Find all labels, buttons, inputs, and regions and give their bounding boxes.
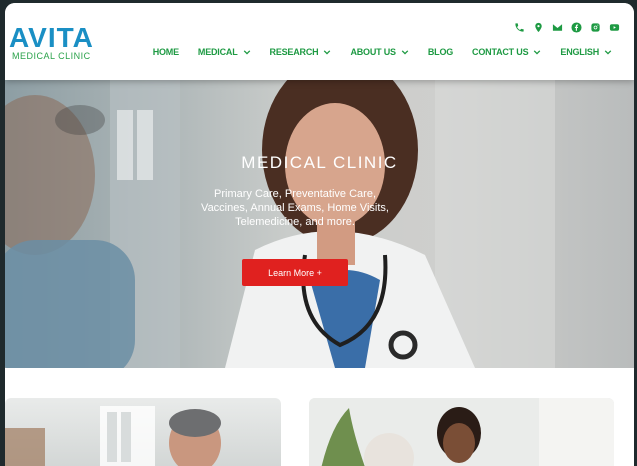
main-nav: HOME MEDICAL RESEARCH ABOUT US BLOG CONT… [134,43,612,61]
nav-medical-label: MEDICAL [197,47,238,57]
nav-contact-us-label: CONTACT US [472,47,529,57]
logo-wordmark: AVITA [9,22,94,53]
map-pin-icon[interactable] [532,21,544,33]
service-cards [5,368,634,466]
nav-home-label: HOME [152,47,179,57]
card-photo-office [5,406,221,466]
browser-page: AVITA MEDICAL CLINIC HOME MEDICAL RESEAR… [5,3,634,466]
nav-about-us[interactable]: ABOUT US [350,47,409,57]
chevron-down-icon [323,48,331,56]
mail-icon[interactable] [551,21,563,33]
learn-more-button[interactable]: Learn More + [242,259,348,286]
chevron-down-icon [401,48,409,56]
chevron-down-icon [243,48,251,56]
nav-medical[interactable]: MEDICAL [198,47,251,57]
logo-tagline: MEDICAL CLINIC [12,51,91,61]
chevron-down-icon [604,48,612,56]
nav-blog-label: BLOG [427,47,454,57]
nav-contact-us[interactable]: CONTACT US [472,47,541,57]
service-card-image[interactable] [5,398,281,466]
nav-blog[interactable]: BLOG [428,47,453,57]
card-photo-visit [309,398,614,466]
nav-about-us-label: ABOUT US [350,47,396,57]
hero-subtitle: Primary Care, Preventative Care, Vaccine… [201,188,389,228]
nav-research[interactable]: RESEARCH [270,47,332,57]
nav-research-label: RESEARCH [269,47,319,57]
nav-language[interactable]: ENGLISH [560,47,612,57]
site-logo[interactable]: AVITA MEDICAL CLINIC [9,22,94,62]
hero-banner: MEDICAL CLINIC Primary Care, Preventativ… [5,80,634,368]
youtube-icon[interactable] [608,21,620,33]
facebook-icon[interactable] [570,21,582,33]
nav-home[interactable]: HOME [153,47,179,57]
instagram-icon[interactable] [589,21,601,33]
chevron-down-icon [533,48,541,56]
nav-language-label: ENGLISH [560,47,599,57]
service-card-image[interactable] [309,398,614,466]
hero-title: MEDICAL CLINIC [241,153,398,172]
phone-icon[interactable] [513,21,525,33]
site-header: AVITA MEDICAL CLINIC HOME MEDICAL RESEAR… [5,3,634,80]
social-icons [513,21,620,33]
